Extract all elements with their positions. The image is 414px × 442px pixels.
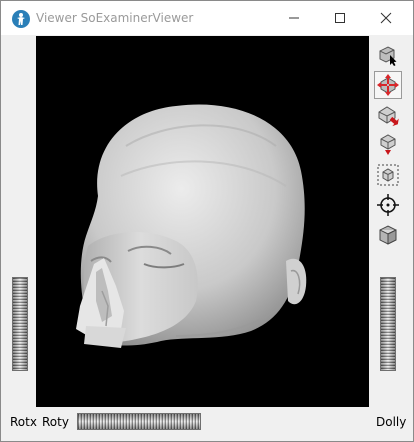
pick-mode-button[interactable]: [374, 41, 402, 69]
close-button[interactable]: [363, 1, 409, 35]
3d-viewport[interactable]: [36, 36, 369, 407]
home-button[interactable]: [374, 101, 402, 129]
maximize-icon: [335, 13, 345, 23]
rotx-thumbwheel[interactable]: [12, 277, 28, 371]
window-title: Viewer SoExaminerViewer: [36, 11, 194, 25]
roty-label: Roty: [42, 415, 69, 429]
rotx-label: Rotx: [10, 415, 37, 429]
home-icon: [378, 106, 399, 127]
viewer-toolbar: [371, 38, 411, 258]
pick-mode-icon: [379, 46, 397, 66]
viewer-window: Viewer SoExaminerViewer Rotx Roty Dolly: [0, 0, 414, 442]
minimize-icon: [289, 17, 299, 19]
minimize-button[interactable]: [271, 1, 317, 35]
seek-button[interactable]: [374, 191, 402, 219]
dolly-thumbwheel[interactable]: [380, 277, 396, 371]
close-icon: [380, 12, 392, 24]
head-model-render: [76, 104, 307, 348]
projection-icon: [379, 225, 397, 245]
set-home-button[interactable]: [374, 131, 402, 159]
seek-icon: [377, 194, 399, 216]
view-all-button[interactable]: [374, 161, 402, 189]
maximize-button[interactable]: [317, 1, 363, 35]
view-mode-icon: [377, 74, 399, 96]
projection-button[interactable]: [374, 221, 402, 249]
dolly-label: Dolly: [376, 415, 407, 429]
title-bar[interactable]: Viewer SoExaminerViewer: [1, 1, 413, 35]
view-mode-button[interactable]: [374, 71, 402, 99]
app-icon: [12, 10, 30, 28]
view-all-icon: [377, 164, 399, 186]
set-home-icon: [380, 134, 396, 155]
roty-thumbwheel[interactable]: [77, 413, 201, 430]
